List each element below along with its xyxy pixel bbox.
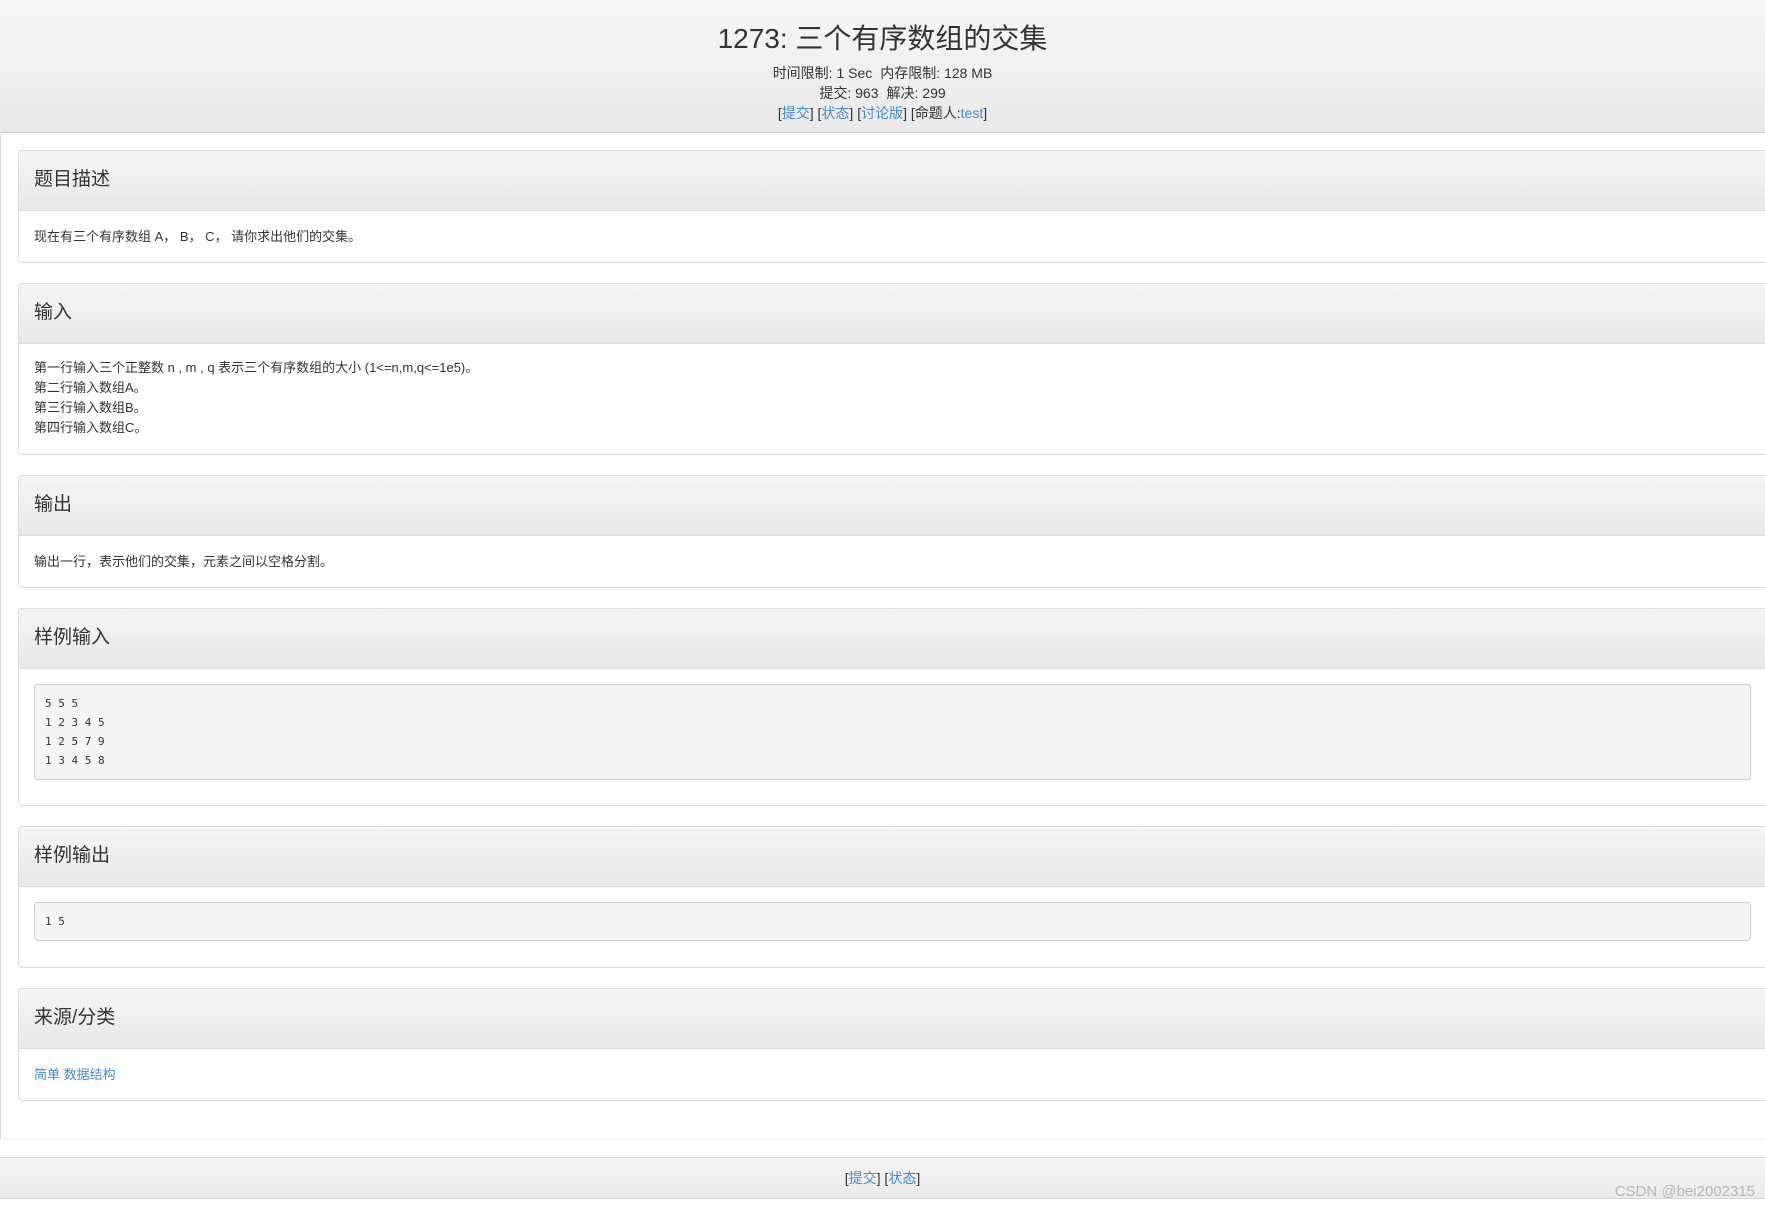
problem-content: 题目描述 现在有三个有序数组 A， B， C， 请你求出他们的交集。 输入 第一…	[0, 134, 1765, 1140]
problem-title: 1273: 三个有序数组的交集	[717, 23, 1048, 54]
stats-line: 提交: 963 解决: 299	[0, 84, 1765, 102]
tag-link[interactable]: 简单	[34, 1067, 60, 1082]
problem-header: 1273: 三个有序数组的交集 时间限制: 1 Sec 内存限制: 128 MB …	[0, 0, 1765, 133]
discuss-link[interactable]: 讨论版	[861, 105, 903, 121]
description-heading: 题目描述	[19, 151, 1765, 211]
code-line: 1 5	[45, 915, 65, 928]
submit-count-value: 963	[855, 85, 879, 101]
output-heading: 输出	[19, 476, 1765, 536]
sample-input-heading: 样例输入	[19, 609, 1765, 669]
time-limit-value: 1 Sec	[836, 65, 873, 81]
description-panel: 题目描述 现在有三个有序数组 A， B， C， 请你求出他们的交集。	[18, 150, 1765, 263]
watermark: CSDN @bei2002315	[1614, 1183, 1755, 1200]
input-body: 第一行输入三个正整数 n , m , q 表示三个有序数组的大小 (1<=n,m…	[19, 344, 1765, 438]
submit-link[interactable]: 提交	[782, 105, 810, 121]
code-line: 1 3 4 5 8	[45, 754, 105, 767]
sample-output-code[interactable]: 1 5	[34, 902, 1751, 941]
output-text: 输出一行，表示他们的交集，元素之间以空格分割。	[34, 554, 334, 569]
code-line: 1 2 3 4 5	[45, 716, 105, 729]
divider	[0, 1139, 1765, 1140]
tag-link[interactable]: 数据结构	[64, 1067, 116, 1082]
footer-submit-link[interactable]: 提交	[849, 1170, 877, 1186]
input-line: 第一行输入三个正整数 n , m , q 表示三个有序数组的大小 (1<=n,m…	[34, 360, 479, 375]
problem-page: 1273: 三个有序数组的交集 时间限制: 1 Sec 内存限制: 128 MB …	[0, 0, 1765, 1209]
source-tags: 简单 数据结构	[34, 1065, 1751, 1085]
limits-line: 时间限制: 1 Sec 内存限制: 128 MB	[0, 64, 1765, 82]
status-link[interactable]: 状态	[821, 105, 849, 121]
source-panel: 来源/分类 简单 数据结构	[18, 988, 1765, 1101]
footer-status-link[interactable]: 状态	[888, 1170, 916, 1186]
header-links: [提交] [状态] [讨论版] [命题人:test]	[777, 105, 988, 121]
footer-links: [提交] [状态]	[0, 1157, 1765, 1199]
code-line: 1 2 5 7 9	[45, 735, 105, 748]
submit-count-label: 提交:	[819, 85, 852, 101]
solved-count-value: 299	[922, 85, 946, 101]
input-line: 第四行输入数组C。	[34, 420, 148, 435]
author-label: 命题人:	[914, 105, 961, 121]
source-heading: 来源/分类	[19, 989, 1765, 1049]
output-panel: 输出 输出一行，表示他们的交集，元素之间以空格分割。	[18, 475, 1765, 588]
sample-input-code[interactable]: 5 5 5 1 2 3 4 5 1 2 5 7 9 1 3 4 5 8	[34, 684, 1751, 780]
sample-output-panel: 样例输出 1 5	[18, 826, 1765, 968]
input-heading: 输入	[19, 284, 1765, 344]
solved-label: 解决:	[886, 85, 919, 101]
input-panel: 输入 第一行输入三个正整数 n , m , q 表示三个有序数组的大小 (1<=…	[18, 283, 1765, 455]
author-link[interactable]: test	[961, 105, 984, 121]
description-text: 现在有三个有序数组 A， B， C， 请你求出他们的交集。	[34, 229, 362, 244]
memory-limit-label: 内存限制:	[880, 65, 941, 81]
input-line: 第二行输入数组A。	[34, 380, 147, 395]
memory-limit-value: 128 MB	[944, 65, 993, 81]
code-line: 5 5 5	[45, 697, 79, 710]
input-line: 第三行输入数组B。	[34, 400, 147, 415]
sample-input-panel: 样例输入 5 5 5 1 2 3 4 5 1 2 5 7 9 1 3 4 5 8	[18, 608, 1765, 806]
sample-output-heading: 样例输出	[19, 827, 1765, 887]
time-limit-label: 时间限制:	[772, 65, 833, 81]
